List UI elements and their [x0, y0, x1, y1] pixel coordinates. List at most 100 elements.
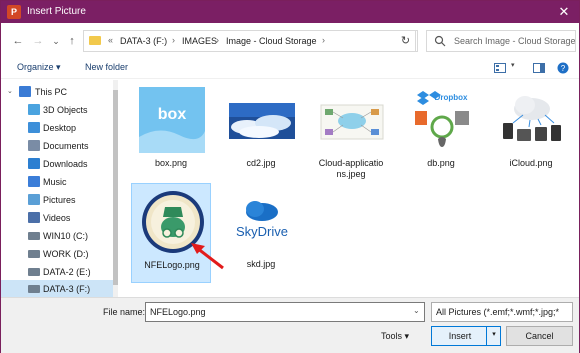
- file-name: iCloud.png: [509, 158, 553, 168]
- pc-icon: [19, 86, 31, 97]
- drive-icon: [28, 285, 40, 293]
- breadcrumb-separator[interactable]: ›: [216, 35, 219, 45]
- sidebar-item-label: WIN10 (C:): [43, 231, 88, 241]
- sidebar-item-work[interactable]: WORK (D:): [1, 245, 113, 263]
- file-name: db.png: [427, 158, 455, 168]
- svg-text:?: ?: [561, 64, 566, 73]
- file-name-label: File name:: [103, 307, 146, 317]
- file-item-skd[interactable]: SkyDrive skd.jpg: [221, 183, 301, 283]
- svg-text:box: box: [158, 106, 187, 123]
- file-item-cd2[interactable]: cd2.jpg: [221, 82, 301, 182]
- view-dropdown-icon[interactable]: ▾: [511, 61, 515, 69]
- file-item-cloud-applications[interactable]: Cloud-applicatio ns.jpeg: [311, 82, 391, 182]
- drive-icon: [28, 268, 40, 276]
- sidebar-item-videos[interactable]: Videos: [1, 209, 113, 227]
- collapse-arrow-icon[interactable]: ⌄: [7, 87, 13, 95]
- cube-icon: [28, 104, 40, 115]
- sidebar-item-label: DATA-3 (F:): [43, 284, 91, 294]
- video-icon: [28, 212, 40, 223]
- file-list: box box.png cd2.jpg Cloud-applicatio ns.…: [121, 80, 579, 297]
- breadcrumb-images[interactable]: IMAGES: [182, 36, 217, 46]
- file-item-db[interactable]: Dropbox db.png: [401, 82, 481, 182]
- document-icon: [28, 140, 40, 151]
- breadcrumb-separator[interactable]: ›: [172, 35, 175, 45]
- sidebar-item-pictures[interactable]: Pictures: [1, 191, 113, 209]
- sidebar-item-music[interactable]: Music: [1, 173, 113, 191]
- icloud-icon: [499, 87, 565, 153]
- navigation-pane: ⌄ This PC 3D Objects Desktop Documents D…: [1, 80, 118, 298]
- recent-locations-button[interactable]: ⌄: [49, 34, 63, 48]
- file-item-box[interactable]: box box.png: [131, 82, 211, 182]
- title-bar: P Insert Picture ✕: [1, 1, 579, 23]
- red-arrow-annotation: [191, 243, 224, 270]
- cloud-diagram-icon: [320, 104, 384, 140]
- sidebar-scrollbar[interactable]: [113, 80, 118, 297]
- file-name: skd.jpg: [246, 259, 276, 269]
- search-placeholder: Search Image - Cloud Storage: [454, 36, 576, 46]
- sidebar-item-label: Pictures: [43, 195, 76, 205]
- up-button[interactable]: ↑: [65, 34, 79, 48]
- insert-label: Insert: [448, 331, 472, 341]
- tools-menu[interactable]: Tools ▾: [381, 331, 409, 342]
- file-name-field[interactable]: NFELogo.png: [145, 302, 425, 322]
- back-button[interactable]: ←: [11, 34, 25, 48]
- file-name: Cloud-applicatio: [318, 158, 384, 168]
- sidebar-item-label: Videos: [43, 213, 71, 223]
- file-name: ns.jpeg: [336, 169, 366, 179]
- cancel-button[interactable]: Cancel: [506, 326, 573, 346]
- sidebar-item-label: Desktop: [43, 123, 77, 133]
- skydrive-icon: SkyDrive: [229, 188, 295, 254]
- sidebar-item-desktop[interactable]: Desktop: [1, 119, 113, 137]
- new-folder-button[interactable]: New folder: [85, 62, 128, 72]
- close-button[interactable]: ✕: [555, 4, 573, 20]
- powerpoint-icon: P: [7, 5, 21, 19]
- download-icon: [28, 158, 40, 169]
- file-item-icloud[interactable]: iCloud.png: [491, 82, 571, 182]
- address-bar[interactable]: « DATA-3 (F:) › IMAGES › Image - Cloud S…: [83, 30, 458, 52]
- search-input[interactable]: Search Image - Cloud Storage: [426, 30, 576, 52]
- navigation-bar: ← → ⌄ ↑ « DATA-3 (F:) › IMAGES › Image -…: [1, 23, 579, 57]
- organize-menu[interactable]: Organize ▾: [17, 62, 61, 73]
- pictures-icon: [28, 194, 40, 205]
- svg-text:SkyDrive: SkyDrive: [236, 224, 288, 239]
- breadcrumb-overflow[interactable]: «: [108, 35, 113, 45]
- drive-icon: [28, 232, 40, 240]
- svg-text:Dropbox: Dropbox: [435, 93, 468, 102]
- window-title: Insert Picture: [27, 6, 86, 17]
- view-options-icon[interactable]: [494, 63, 506, 73]
- search-icon: [434, 35, 446, 47]
- sidebar-item-documents[interactable]: Documents: [1, 137, 113, 155]
- file-name: cd2.jpg: [246, 158, 276, 168]
- sidebar-item-label: This PC: [35, 87, 68, 97]
- breadcrumb-drive[interactable]: DATA-3 (F:): [120, 36, 167, 46]
- sidebar-item-label: Music: [43, 177, 67, 187]
- file-type-filter[interactable]: All Pictures (*.emf;*.wmf;*.jpg;*: [431, 302, 573, 322]
- sidebar-item-this-pc[interactable]: ⌄ This PC: [1, 83, 113, 101]
- sidebar-item-win10[interactable]: WIN10 (C:): [1, 227, 113, 245]
- sidebar-item-label: WORK (D:): [43, 249, 89, 259]
- scrollbar-thumb[interactable]: [113, 90, 118, 285]
- preview-pane-icon[interactable]: [533, 63, 545, 73]
- music-icon: [28, 176, 40, 187]
- sidebar-item-data-3[interactable]: DATA-3 (F:): [1, 280, 113, 298]
- file-name: box.png: [154, 158, 188, 168]
- sidebar-item-label: DATA-2 (E:): [43, 267, 91, 277]
- insert-options-button[interactable]: ▾: [486, 326, 501, 346]
- insert-picture-dialog: P Insert Picture ✕ ← → ⌄ ↑ « DATA-3 (F:)…: [0, 0, 580, 353]
- sidebar-item-downloads[interactable]: Downloads: [1, 155, 113, 173]
- folder-icon: [89, 36, 101, 45]
- sidebar-item-label: Documents: [43, 141, 89, 151]
- sidebar-item-3d-objects[interactable]: 3D Objects: [1, 101, 113, 119]
- breadcrumb-current-folder[interactable]: Image - Cloud Storage: [226, 36, 317, 46]
- sidebar-item-label: 3D Objects: [43, 105, 88, 115]
- refresh-button[interactable]: ↻: [396, 30, 416, 52]
- desktop-icon: [28, 122, 40, 133]
- command-bar: Organize ▾ New folder ▾ ?: [1, 57, 579, 79]
- breadcrumb-separator[interactable]: ›: [322, 35, 325, 45]
- forward-button[interactable]: →: [31, 34, 45, 48]
- dialog-footer: File name: NFELogo.png ⌄ All Pictures (*…: [1, 297, 579, 353]
- help-icon[interactable]: ?: [557, 62, 569, 74]
- sidebar-item-data-2[interactable]: DATA-2 (E:): [1, 263, 113, 281]
- box-icon: box: [139, 87, 205, 153]
- chevron-down-icon[interactable]: ⌄: [413, 306, 420, 315]
